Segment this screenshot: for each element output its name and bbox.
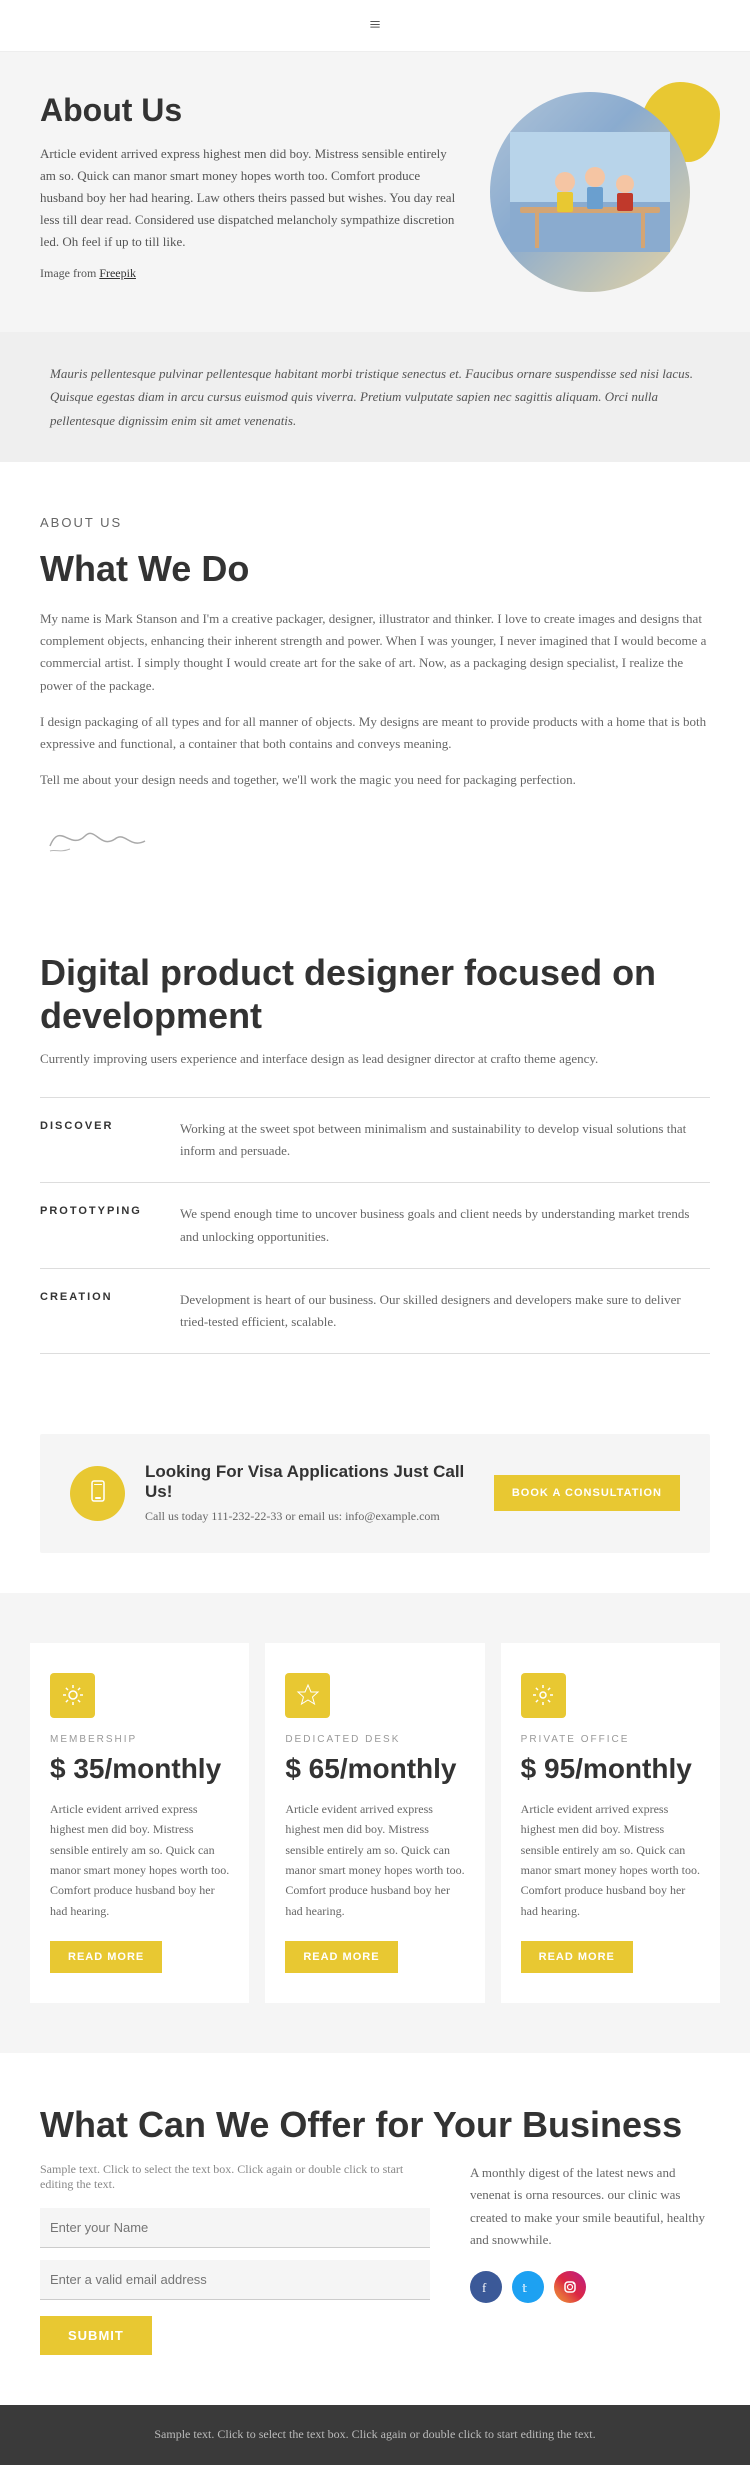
signature: [40, 811, 710, 871]
people-illustration: [510, 132, 670, 252]
offer-form-block: Sample text. Click to select the text bo…: [40, 2162, 430, 2355]
submit-button[interactable]: SUBMIT: [40, 2316, 152, 2355]
pricing-desc-membership: Article evident arrived express highest …: [50, 1799, 229, 1921]
about-text-block: About Us Article evident arrived express…: [40, 92, 460, 284]
pricing-section: MEMBERSHIP $ 35/monthly Article evident …: [0, 1593, 750, 2053]
feature-label-creation: CREATION: [40, 1289, 160, 1303]
email-input[interactable]: [40, 2260, 430, 2300]
feature-row-creation: CREATION Development is heart of our bus…: [40, 1268, 710, 1354]
hamburger-icon[interactable]: ≡: [369, 14, 380, 37]
pricing-desc-dedicated: Article evident arrived express highest …: [285, 1799, 464, 1921]
feature-desc-prototyping: We spend enough time to uncover business…: [180, 1203, 710, 1247]
svg-text:𝕥: 𝕥: [522, 2283, 527, 2295]
what-we-do-title: What We Do: [40, 548, 710, 590]
phone-icon: [84, 1479, 112, 1507]
navbar: ≡: [0, 0, 750, 52]
feature-label-discover: DISCOVER: [40, 1118, 160, 1132]
pricing-label-private: PRIVATE OFFICE: [521, 1734, 700, 1745]
what-we-do-para3: Tell me about your design needs and toge…: [40, 769, 710, 791]
pricing-card-private: PRIVATE OFFICE $ 95/monthly Article evid…: [501, 1643, 720, 2003]
footer-text: Sample text. Click to select the text bo…: [40, 2425, 710, 2444]
svg-text:f: f: [482, 2280, 487, 2295]
feature-row-prototyping: PROTOTYPING We spend enough time to unco…: [40, 1182, 710, 1267]
what-we-do-para2: I design packaging of all types and for …: [40, 711, 710, 755]
about-us-label: ABOUT US: [40, 512, 710, 534]
instagram-icon[interactable]: [554, 2271, 586, 2303]
sun-icon: [61, 1683, 85, 1707]
what-we-do-section: ABOUT US What We Do My name is Mark Stan…: [0, 462, 750, 901]
cta-title: Looking For Visa Applications Just Call …: [145, 1462, 474, 1502]
about-section: About Us Article evident arrived express…: [0, 52, 750, 332]
book-consultation-button[interactable]: BOOK A CONSULTATION: [494, 1475, 680, 1511]
offer-right-block: A monthly digest of the latest news and …: [470, 2162, 710, 2355]
read-more-button-private[interactable]: READ MORE: [521, 1941, 633, 1973]
about-image: [490, 92, 690, 292]
digital-title: Digital product designer focused on deve…: [40, 951, 710, 1037]
feature-row-discover: DISCOVER Working at the sweet spot betwe…: [40, 1097, 710, 1182]
gear-icon: [531, 1683, 555, 1707]
what-we-do-para1: My name is Mark Stanson and I'm a creati…: [40, 608, 710, 696]
about-body: Article evident arrived express highest …: [40, 143, 460, 253]
quote-section: Mauris pellentesque pulvinar pellentesqu…: [0, 332, 750, 462]
digital-subtitle: Currently improving users experience and…: [40, 1051, 710, 1067]
pricing-icon-membership: [50, 1673, 95, 1718]
cta-banner: Looking For Visa Applications Just Call …: [40, 1434, 710, 1553]
star-icon: [296, 1683, 320, 1707]
feature-label-prototyping: PROTOTYPING: [40, 1203, 160, 1217]
offer-sample-text: Sample text. Click to select the text bo…: [40, 2162, 430, 2192]
about-title: About Us: [40, 92, 460, 129]
offer-section: What Can We Offer for Your Business Samp…: [0, 2053, 750, 2405]
facebook-icon[interactable]: f: [470, 2271, 502, 2303]
freepik-link[interactable]: Freepik: [99, 266, 136, 280]
quote-text: Mauris pellentesque pulvinar pellentesqu…: [50, 362, 700, 432]
social-icons: f 𝕥: [470, 2271, 710, 2303]
offer-title: What Can We Offer for Your Business: [40, 2103, 710, 2146]
pricing-grid: MEMBERSHIP $ 35/monthly Article evident …: [30, 1643, 720, 2003]
twitter-icon[interactable]: 𝕥: [512, 2271, 544, 2303]
feature-desc-discover: Working at the sweet spot between minima…: [180, 1118, 710, 1162]
offer-right-text: A monthly digest of the latest news and …: [470, 2162, 710, 2250]
pricing-card-membership: MEMBERSHIP $ 35/monthly Article evident …: [30, 1643, 249, 2003]
freepik-credit: Image from Freepik: [40, 263, 460, 283]
pricing-price-dedicated: $ 65/monthly: [285, 1753, 464, 1785]
digital-section: Digital product designer focused on deve…: [0, 901, 750, 1394]
read-more-button-membership[interactable]: READ MORE: [50, 1941, 162, 1973]
footer: Sample text. Click to select the text bo…: [0, 2405, 750, 2464]
read-more-button-dedicated[interactable]: READ MORE: [285, 1941, 397, 1973]
cta-body: Call us today 111-232-22-33 or email us:…: [145, 1507, 474, 1525]
pricing-card-dedicated: DEDICATED DESK $ 65/monthly Article evid…: [265, 1643, 484, 2003]
pricing-desc-private: Article evident arrived express highest …: [521, 1799, 700, 1921]
pricing-label-dedicated: DEDICATED DESK: [285, 1734, 464, 1745]
pricing-icon-dedicated: [285, 1673, 330, 1718]
pricing-label-membership: MEMBERSHIP: [50, 1734, 229, 1745]
cta-icon-wrap: [70, 1466, 125, 1521]
about-image-wrap: [490, 92, 710, 292]
name-input[interactable]: [40, 2208, 430, 2248]
feature-desc-creation: Development is heart of our business. Ou…: [180, 1289, 710, 1333]
pricing-price-private: $ 95/monthly: [521, 1753, 700, 1785]
cta-text-block: Looking For Visa Applications Just Call …: [145, 1462, 474, 1525]
pricing-price-membership: $ 35/monthly: [50, 1753, 229, 1785]
pricing-icon-private: [521, 1673, 566, 1718]
